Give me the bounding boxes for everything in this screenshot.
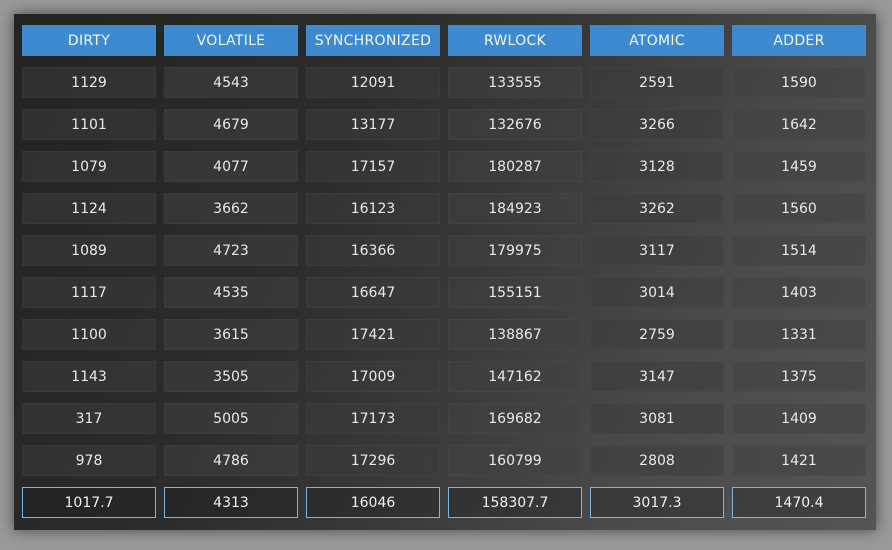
table-cell: 1117 xyxy=(22,277,156,308)
table-cell: 1124 xyxy=(22,193,156,224)
table-cell: 184923 xyxy=(448,193,582,224)
summary-cell: 16046 xyxy=(306,487,440,518)
column-header: RWLOCK xyxy=(448,25,582,56)
table-cell: 4543 xyxy=(164,67,298,98)
table-cell: 1409 xyxy=(732,403,866,434)
table-cell: 3662 xyxy=(164,193,298,224)
column-header: ADDER xyxy=(732,25,866,56)
table-cell: 1403 xyxy=(732,277,866,308)
table-cell: 1590 xyxy=(732,67,866,98)
column-header: ATOMIC xyxy=(590,25,724,56)
table-cell: 317 xyxy=(22,403,156,434)
table-cell: 1079 xyxy=(22,151,156,182)
table-cell: 179975 xyxy=(448,235,582,266)
table-cell: 3266 xyxy=(590,109,724,140)
table-cell: 1514 xyxy=(732,235,866,266)
table-cell: 1129 xyxy=(22,67,156,98)
table-cell: 1089 xyxy=(22,235,156,266)
table-cell: 4535 xyxy=(164,277,298,308)
summary-cell: 3017.3 xyxy=(590,487,724,518)
table-cell: 3128 xyxy=(590,151,724,182)
results-panel: DIRTY VOLATILE SYNCHRONIZED RWLOCK ATOMIC ADD… xyxy=(14,14,876,530)
column-header: DIRTY xyxy=(22,25,156,56)
table-cell: 180287 xyxy=(448,151,582,182)
column-header: VOLATILE xyxy=(164,25,298,56)
table-cell: 5005 xyxy=(164,403,298,434)
column-header: SYNCHRONIZED xyxy=(306,25,440,56)
results-table: DIRTY VOLATILE SYNCHRONIZED RWLOCK ATOMIC ADD… xyxy=(22,25,866,518)
table-cell: 132676 xyxy=(448,109,582,140)
table-cell: 16123 xyxy=(306,193,440,224)
table-cell: 155151 xyxy=(448,277,582,308)
table-cell: 17421 xyxy=(306,319,440,350)
summary-cell: 158307.7 xyxy=(448,487,582,518)
table-cell: 169682 xyxy=(448,403,582,434)
summary-cell: 1470.4 xyxy=(732,487,866,518)
table-cell: 1421 xyxy=(732,445,866,476)
table-cell: 3262 xyxy=(590,193,724,224)
table-cell: 1101 xyxy=(22,109,156,140)
table-cell: 17157 xyxy=(306,151,440,182)
table-cell: 4786 xyxy=(164,445,298,476)
table-cell: 3615 xyxy=(164,319,298,350)
table-cell: 3117 xyxy=(590,235,724,266)
table-cell: 3014 xyxy=(590,277,724,308)
table-cell: 2808 xyxy=(590,445,724,476)
table-cell: 1143 xyxy=(22,361,156,392)
table-cell: 3505 xyxy=(164,361,298,392)
summary-cell: 1017.7 xyxy=(22,487,156,518)
table-cell: 160799 xyxy=(448,445,582,476)
table-cell: 2759 xyxy=(590,319,724,350)
table-cell: 2591 xyxy=(590,67,724,98)
table-cell: 1560 xyxy=(732,193,866,224)
table-cell: 12091 xyxy=(306,67,440,98)
table-cell: 17173 xyxy=(306,403,440,434)
table-cell: 4723 xyxy=(164,235,298,266)
table-cell: 17009 xyxy=(306,361,440,392)
table-cell: 1375 xyxy=(732,361,866,392)
table-cell: 4679 xyxy=(164,109,298,140)
table-cell: 1642 xyxy=(732,109,866,140)
table-cell: 978 xyxy=(22,445,156,476)
table-cell: 138867 xyxy=(448,319,582,350)
table-cell: 13177 xyxy=(306,109,440,140)
table-cell: 133555 xyxy=(448,67,582,98)
table-cell: 16647 xyxy=(306,277,440,308)
summary-cell: 4313 xyxy=(164,487,298,518)
table-cell: 3081 xyxy=(590,403,724,434)
table-cell: 17296 xyxy=(306,445,440,476)
table-cell: 1331 xyxy=(732,319,866,350)
table-cell: 1100 xyxy=(22,319,156,350)
table-cell: 16366 xyxy=(306,235,440,266)
table-cell: 1459 xyxy=(732,151,866,182)
table-cell: 4077 xyxy=(164,151,298,182)
table-cell: 147162 xyxy=(448,361,582,392)
table-cell: 3147 xyxy=(590,361,724,392)
